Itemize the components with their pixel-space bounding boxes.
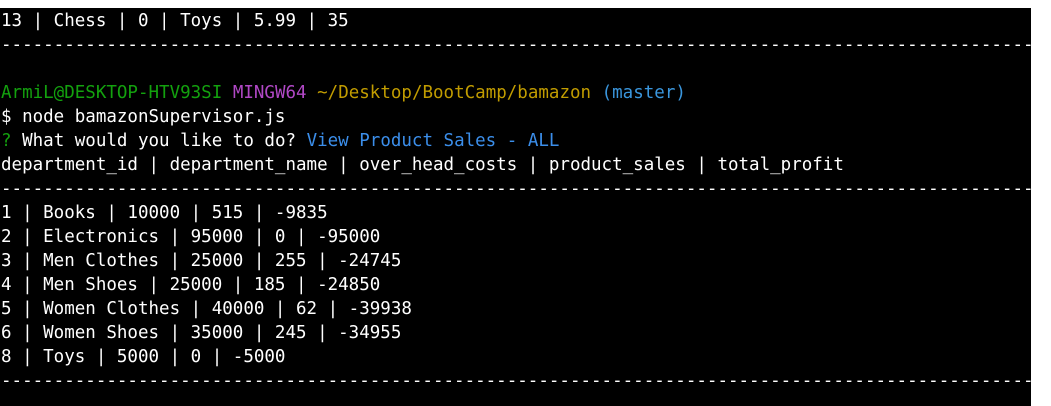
question-mark-icon: ? bbox=[1, 131, 12, 151]
divider-line: ----------------------------------------… bbox=[1, 179, 1031, 199]
prompt-shell: MINGW64 bbox=[232, 83, 307, 103]
inquirer-question: ? What would you like to do? View Produc… bbox=[0, 129, 1031, 153]
divider-line: ----------------------------------------… bbox=[1, 371, 1031, 391]
terminal-window[interactable]: 13 | Chess | 0 | Toys | 5.99 | 35 ------… bbox=[0, 8, 1031, 406]
prompt-path: ~/Desktop/BootCamp/bamazon bbox=[317, 83, 592, 103]
prompt-branch: (master) bbox=[601, 83, 686, 103]
table-row-top: 13 | Chess | 0 | Toys | 5.99 | 35 bbox=[1, 11, 349, 31]
question-text: What would you like to do? bbox=[11, 131, 307, 151]
shell-prompt: ArmiL@DESKTOP-HTV93SI MINGW64 ~/Desktop/… bbox=[0, 81, 1031, 105]
answer-text: View Product Sales - ALL bbox=[306, 131, 560, 151]
table-row: 2 | Electronics | 95000 | 0 | -95000 bbox=[1, 227, 381, 247]
table-row: 5 | Women Clothes | 40000 | 62 | -39938 bbox=[1, 299, 412, 319]
prompt-user-host: ArmiL@DESKTOP-HTV93SI bbox=[1, 83, 223, 103]
table-row: 6 | Women Shoes | 35000 | 245 | -34955 bbox=[1, 323, 402, 343]
table-row: 3 | Men Clothes | 25000 | 255 | -24745 bbox=[1, 251, 402, 271]
divider-line: ----------------------------------------… bbox=[1, 35, 1031, 55]
table-row: 8 | Toys | 5000 | 0 | -5000 bbox=[1, 347, 286, 367]
table-row: 1 | Books | 10000 | 515 | -9835 bbox=[1, 203, 328, 223]
table-row: 4 | Men Shoes | 25000 | 185 | -24850 bbox=[1, 275, 381, 295]
command-line: $ node bamazonSupervisor.js bbox=[1, 107, 286, 127]
scrollbar[interactable] bbox=[1031, 8, 1051, 406]
table-header: department_id | department_name | over_h… bbox=[1, 155, 844, 175]
